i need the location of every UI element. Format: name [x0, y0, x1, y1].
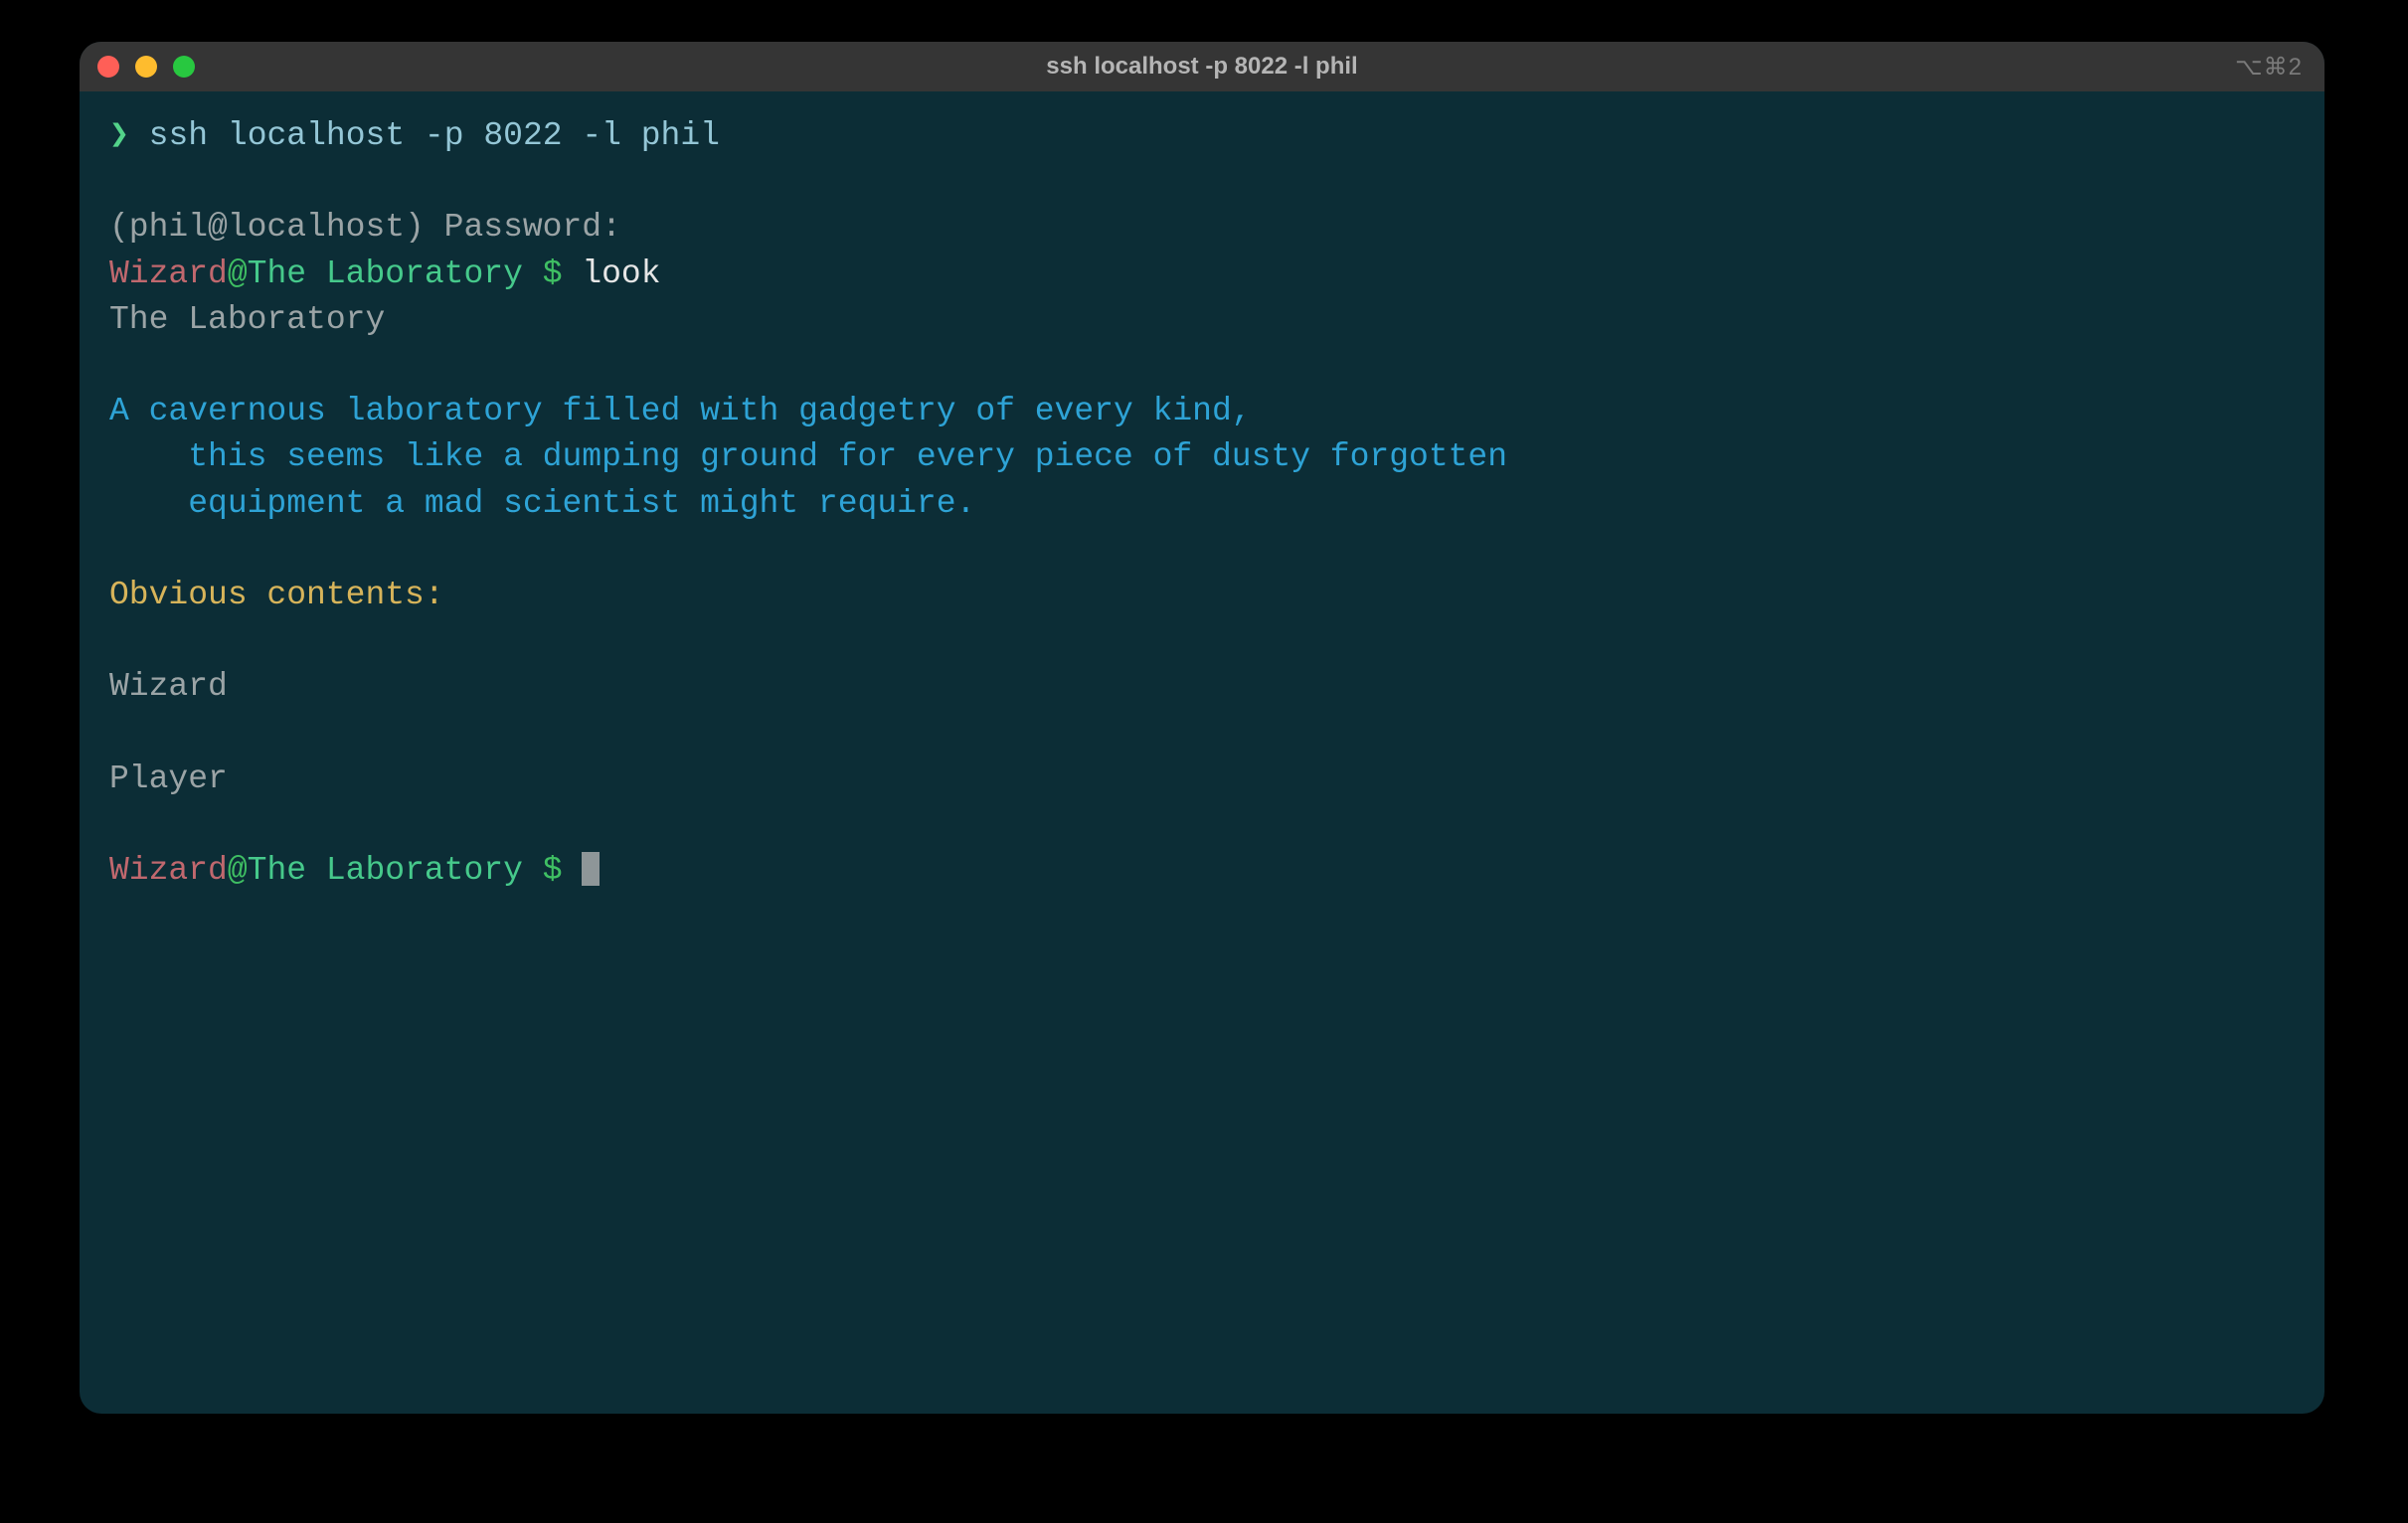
terminal-window: ssh localhost -p 8022 -l phil ⌥⌘2 ❯ ssh … — [80, 42, 2324, 1414]
room-description-line: equipment a mad scientist might require. — [109, 485, 975, 522]
zoom-icon[interactable] — [173, 56, 195, 78]
terminal-body[interactable]: ❯ ssh localhost -p 8022 -l phil (phil@lo… — [80, 91, 2324, 916]
pane-shortcut-indicator: ⌥⌘2 — [2235, 53, 2303, 82]
contents-item: Player — [109, 761, 228, 797]
shell-command: ssh localhost -p 8022 -l phil — [129, 117, 720, 154]
mud-prompt-dollar: $ — [543, 255, 563, 292]
cursor-icon — [582, 852, 600, 886]
room-name: The Laboratory — [109, 301, 385, 338]
mud-command-look: look — [563, 255, 661, 292]
minimize-icon[interactable] — [135, 56, 157, 78]
room-description-line: A cavernous laboratory filled with gadge… — [109, 393, 1252, 429]
mud-prompt-dollar: $ — [543, 852, 563, 889]
contents-item: Wizard — [109, 668, 228, 705]
window-title: ssh localhost -p 8022 -l phil — [80, 53, 2324, 81]
mud-prompt-user: Wizard — [109, 255, 228, 292]
titlebar: ssh localhost -p 8022 -l phil ⌥⌘2 — [80, 42, 2324, 91]
close-icon[interactable] — [97, 56, 119, 78]
password-prompt: (phil@localhost) Password: — [109, 209, 621, 246]
mud-prompt-at: @ — [228, 852, 248, 889]
traffic-lights — [97, 56, 195, 78]
mud-prompt-location: The Laboratory — [248, 255, 543, 292]
mud-prompt-location: The Laboratory — [248, 852, 543, 889]
shell-prompt-glyph: ❯ — [109, 117, 129, 154]
mud-prompt-at: @ — [228, 255, 248, 292]
room-description-line: this seems like a dumping ground for eve… — [109, 438, 1507, 475]
contents-header: Obvious contents: — [109, 577, 444, 613]
mud-prompt-user: Wizard — [109, 852, 228, 889]
